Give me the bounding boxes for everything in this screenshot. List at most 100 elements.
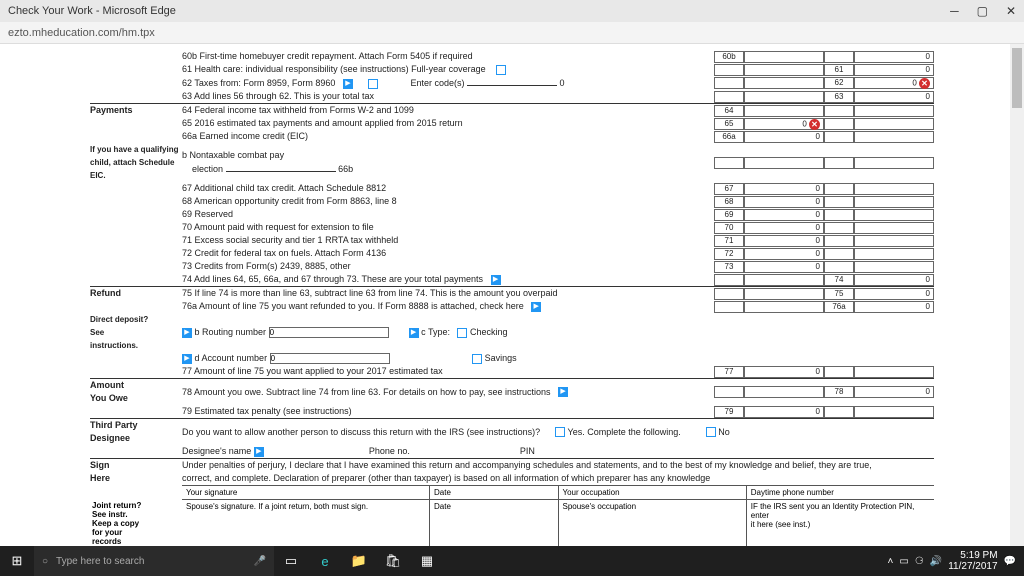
pin-label: PIN (520, 446, 535, 456)
spouse-signature-box[interactable]: Spouse's signature. If a joint return, b… (182, 500, 430, 546)
line-75-text: 75 If line 74 is more than line 63, subt… (182, 287, 714, 300)
phone-label: Phone no. (369, 446, 410, 456)
joint-return-label: Joint return? See instr. Keep a copy for… (90, 500, 182, 546)
linebox-60b: 60b (714, 51, 744, 63)
id-pin-box[interactable]: IF the IRS sent you an Identity Protecti… (747, 500, 934, 546)
line-66a-text: 66a Earned income credit (EIC) (182, 130, 714, 143)
start-button[interactable]: ⊞ (0, 546, 34, 576)
val-63[interactable]: 0 (854, 91, 934, 103)
val-69[interactable]: 0 (744, 209, 824, 221)
line-63-text: 63 Add lines 56 through 62. This is your… (182, 90, 714, 103)
play-icon[interactable]: ▶ (491, 275, 501, 285)
routing-label: b Routing number (195, 327, 267, 337)
val-64[interactable] (744, 105, 824, 117)
vertical-scrollbar[interactable] (1010, 44, 1024, 546)
routing-input[interactable] (269, 327, 389, 338)
val-61[interactable]: 0 (854, 64, 934, 76)
your-signature-box[interactable]: Your signature (182, 486, 430, 500)
minimize-icon[interactable]: ─ (950, 4, 959, 18)
checkbox-tp-no[interactable] (706, 427, 716, 437)
daytime-phone-box[interactable]: Daytime phone number (747, 486, 934, 500)
close-icon[interactable]: ✕ (1006, 4, 1016, 18)
task-view-icon[interactable]: ▭ (274, 546, 308, 576)
play-icon[interactable]: ▶ (409, 328, 419, 338)
your-occupation-box[interactable]: Your occupation (559, 486, 747, 500)
checkbox-fullyear[interactable] (496, 65, 506, 75)
val-78[interactable]: 0 (854, 386, 934, 398)
spouse-occupation-box[interactable]: Spouse's occupation (559, 500, 747, 546)
play-icon[interactable]: ▶ (182, 354, 192, 364)
section-sign-here: Sign Here (90, 459, 182, 485)
val-77[interactable]: 0 (744, 366, 824, 378)
play-icon[interactable]: ▶ (182, 328, 192, 338)
val-60b[interactable]: 0 (854, 51, 934, 63)
line-77-text: 77 Amount of line 75 you want applied to… (182, 365, 714, 378)
line-60b-text: 60b First-time homebuyer credit repaymen… (182, 50, 714, 63)
linebox-66a: 66a (714, 131, 744, 143)
election-label: election (192, 164, 223, 174)
spouse-date-box[interactable]: Date (430, 500, 559, 546)
play-icon[interactable]: ▶ (531, 302, 541, 312)
search-placeholder: Type here to search (56, 556, 144, 567)
app-icon[interactable]: ▦ (410, 546, 444, 576)
val-75[interactable]: 0 (854, 288, 934, 300)
val-70[interactable]: 0 (744, 222, 824, 234)
checkbox-checking[interactable] (457, 328, 467, 338)
combat-pay-input[interactable] (226, 162, 336, 172)
val-76a[interactable]: 0 (854, 301, 934, 313)
val-79[interactable]: 0 (744, 406, 824, 418)
val-74[interactable]: 0 (854, 274, 934, 286)
val-66a[interactable]: 0 (744, 131, 824, 143)
declaration-2: correct, and complete. Declaration of pr… (182, 473, 710, 483)
file-explorer-icon[interactable]: 📁 (342, 546, 376, 576)
error-icon: ✕ (809, 119, 820, 130)
notification-icon[interactable]: 💬 (1004, 556, 1016, 567)
volume-icon[interactable]: 🔊 (930, 556, 942, 567)
checkbox-62[interactable] (368, 79, 378, 89)
declaration-1: Under penalties of perjury, I declare th… (182, 460, 872, 470)
search-icon: ○ (42, 556, 48, 567)
form-content: 60b First-time homebuyer credit repaymen… (0, 44, 1024, 546)
mic-icon[interactable]: 🎤 (254, 556, 266, 567)
val-65[interactable]: 0 ✕ (744, 118, 824, 130)
section-payments: Payments (90, 104, 182, 117)
account-input[interactable] (270, 353, 390, 364)
val-68[interactable]: 0 (744, 196, 824, 208)
line-79-text: 79 Estimated tax penalty (see instructio… (182, 405, 714, 418)
linebox-66b: 66b (338, 164, 353, 174)
play-icon[interactable]: ▶ (254, 447, 264, 457)
val-72[interactable]: 0 (744, 248, 824, 260)
checkbox-savings[interactable] (472, 354, 482, 364)
val-71[interactable]: 0 (744, 235, 824, 247)
linebox-61: 61 (824, 64, 854, 76)
taskbar-search[interactable]: ○ Type here to search 🎤 (34, 546, 274, 576)
val-62[interactable]: 0 ✕ (854, 77, 934, 89)
section-dd: Direct deposit? See instructions. (90, 313, 182, 352)
linebox-63: 63 (824, 91, 854, 103)
val-67[interactable]: 0 (744, 183, 824, 195)
tray-up-icon[interactable]: ˄ (888, 556, 894, 567)
line-76a-text: 76a Amount of line 75 you want refunded … (182, 301, 524, 311)
wifi-icon[interactable]: ⚆ (915, 556, 924, 567)
line-64-text: 64 Federal income tax withheld from Form… (182, 104, 714, 117)
battery-icon[interactable]: ▭ (899, 556, 908, 567)
play-icon[interactable]: ▶ (558, 387, 568, 397)
line-78-text: 78 Amount you owe. Subtract line 74 from… (182, 387, 551, 397)
scroll-thumb[interactable] (1012, 48, 1022, 108)
line-65-text: 65 2016 estimated tax payments and amoun… (182, 117, 714, 130)
line-69-text: 69 Reserved (182, 208, 714, 221)
play-icon[interactable]: ▶ (343, 79, 353, 89)
checkbox-tp-yes[interactable] (555, 427, 565, 437)
val-73[interactable]: 0 (744, 261, 824, 273)
section-eic: If you have a qualifying child, attach S… (90, 143, 182, 182)
taskbar-clock[interactable]: 5:19 PM 11/27/2017 (948, 550, 997, 572)
store-icon[interactable]: 🛍 (376, 546, 410, 576)
line-73-text: 73 Credits from Form(s) 2439, 8885, othe… (182, 260, 714, 273)
window-titlebar: Check Your Work - Microsoft Edge ─ ▢ ✕ (0, 0, 1024, 22)
address-bar[interactable]: ezto.mheducation.com/hm.tpx (0, 22, 1024, 44)
edge-icon[interactable]: e (308, 546, 342, 576)
maximize-icon[interactable]: ▢ (977, 4, 988, 18)
codes-input[interactable] (467, 76, 557, 86)
linebox-65: 65 (714, 118, 744, 130)
date-box[interactable]: Date (430, 486, 559, 500)
